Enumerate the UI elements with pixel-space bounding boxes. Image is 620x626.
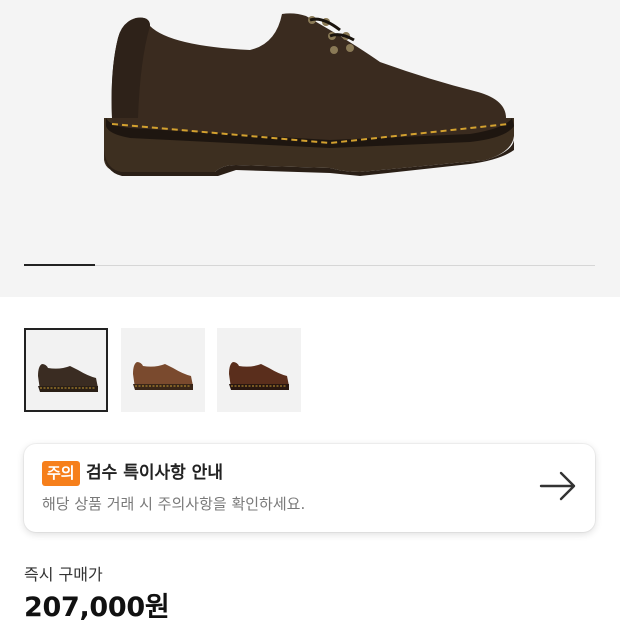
thumbnail-1[interactable]: [24, 328, 108, 412]
gallery-progress-indicator: [24, 264, 95, 266]
reddish-brown-shoe-thumbnail: [229, 362, 289, 390]
notice-subtitle: 해당 상품 거래 시 주의사항을 확인하세요.: [42, 495, 306, 513]
arrow-right-icon[interactable]: [539, 471, 577, 501]
thumbnail-3[interactable]: [217, 328, 301, 412]
product-image-gallery[interactable]: [0, 0, 620, 297]
thumbnail-2[interactable]: [121, 328, 205, 412]
notice-title: 검수 특이사항 안내: [86, 463, 223, 483]
inspection-notice-card[interactable]: 주의 검수 특이사항 안내 해당 상품 거래 시 주의사항을 확인하세요.: [24, 444, 595, 532]
gallery-progress-track: [24, 265, 595, 266]
price-label: 즉시 구매가: [24, 565, 103, 584]
caution-badge: 주의: [42, 461, 80, 486]
shoe-image: [104, 13, 514, 176]
light-brown-shoe-thumbnail: [133, 362, 193, 390]
price-value: 207,000원: [24, 592, 170, 623]
dark-brown-shoe-thumbnail: [38, 364, 98, 392]
